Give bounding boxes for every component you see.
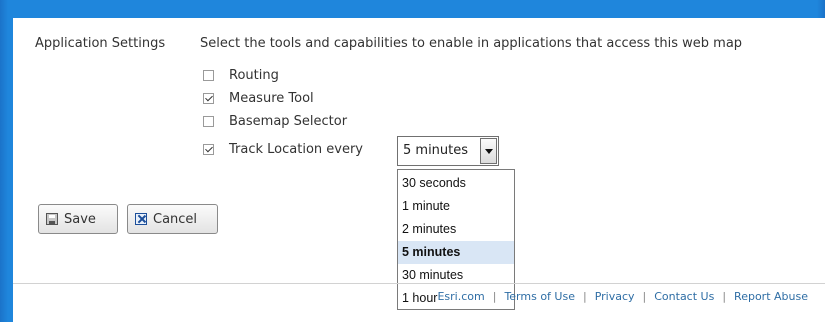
save-button-label: Save [64,211,96,227]
dropdown-option-selected[interactable]: 5 minutes [398,241,514,264]
footer-link-contact[interactable]: Contact Us [654,290,714,303]
option-label: Basemap Selector [229,113,348,129]
footer-links: Esri.com | Terms of Use | Privacy | Contact Us… [437,290,808,303]
option-routing[interactable]: Routing [203,67,279,83]
floppy-disk-icon [46,213,58,225]
option-basemap-selector[interactable]: Basemap Selector [203,113,347,129]
track-location-checkbox[interactable] [203,143,214,155]
separator: | [492,290,497,303]
measure-tool-checkbox[interactable] [203,92,214,104]
option-label: Routing [229,67,279,83]
footer-link-report-abuse[interactable]: Report Abuse [734,290,808,303]
track-interval-value: 5 minutes [403,143,469,158]
dropdown-option[interactable]: 1 minute [398,195,514,218]
cancel-x-icon [135,213,147,225]
dropdown-arrow-icon[interactable] [480,138,497,164]
basemap-selector-checkbox[interactable] [203,115,214,127]
option-label: Measure Tool [229,90,314,106]
separator: | [722,290,727,303]
section-description: Select the tools and capabilities to ena… [200,36,743,51]
section-label: Application Settings [35,36,166,51]
dropdown-option[interactable]: 30 seconds [398,172,514,195]
footer-link-esri[interactable]: Esri.com [437,290,484,303]
option-track-location[interactable]: Track Location every [203,141,363,157]
option-label: Track Location every [229,141,363,157]
footer-link-terms[interactable]: Terms of Use [504,290,575,303]
track-interval-select[interactable]: 5 minutes [397,136,499,166]
dropdown-option[interactable]: 2 minutes [398,218,514,241]
settings-panel: Application Settings Select the tools an… [13,18,825,322]
cancel-button[interactable]: Cancel [127,204,218,234]
separator: | [642,290,647,303]
footer-divider [13,283,825,284]
track-interval-dropdown: 30 seconds 1 minute 2 minutes 5 minutes … [397,169,515,310]
option-measure-tool[interactable]: Measure Tool [203,90,314,106]
save-button[interactable]: Save [38,204,118,234]
cancel-button-label: Cancel [153,211,198,227]
footer-link-privacy[interactable]: Privacy [595,290,635,303]
routing-checkbox[interactable] [203,69,214,81]
separator: | [582,290,587,303]
